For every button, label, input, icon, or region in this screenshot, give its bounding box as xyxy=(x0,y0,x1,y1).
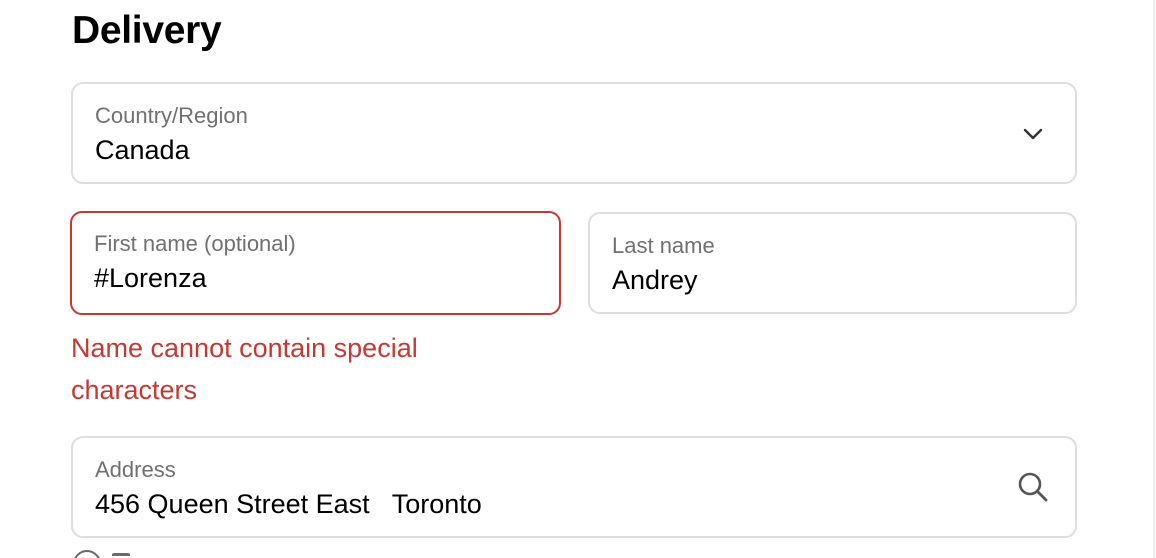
last-name-value: Andrey xyxy=(612,265,698,295)
first-name-field[interactable]: First name (optional) #Lorenza xyxy=(70,211,561,315)
first-name-error-message: Name cannot contain special characters xyxy=(71,333,418,405)
address-field[interactable]: Address 456 Queen Street East Toronto xyxy=(71,436,1077,538)
section-title: Delivery xyxy=(72,9,222,52)
search-icon[interactable] xyxy=(1016,470,1050,504)
address-label: Address xyxy=(95,457,176,482)
country-region-label: Country/Region xyxy=(95,103,248,128)
address-value: 456 Queen Street East Toronto xyxy=(95,489,482,519)
radio-button[interactable] xyxy=(73,550,101,558)
country-region-value: Canada xyxy=(95,135,190,165)
radio-label-fragment xyxy=(112,553,130,558)
scroll-edge-divider xyxy=(1153,0,1155,558)
delivery-form: Delivery Country/Region Canada First nam… xyxy=(0,0,1156,558)
last-name-field[interactable]: Last name Andrey xyxy=(588,212,1077,314)
first-name-value: #Lorenza xyxy=(94,263,207,293)
chevron-down-icon xyxy=(1021,122,1045,146)
last-name-label: Last name xyxy=(612,233,715,258)
country-region-select[interactable]: Country/Region Canada xyxy=(71,82,1077,184)
first-name-label: First name (optional) xyxy=(94,231,296,256)
